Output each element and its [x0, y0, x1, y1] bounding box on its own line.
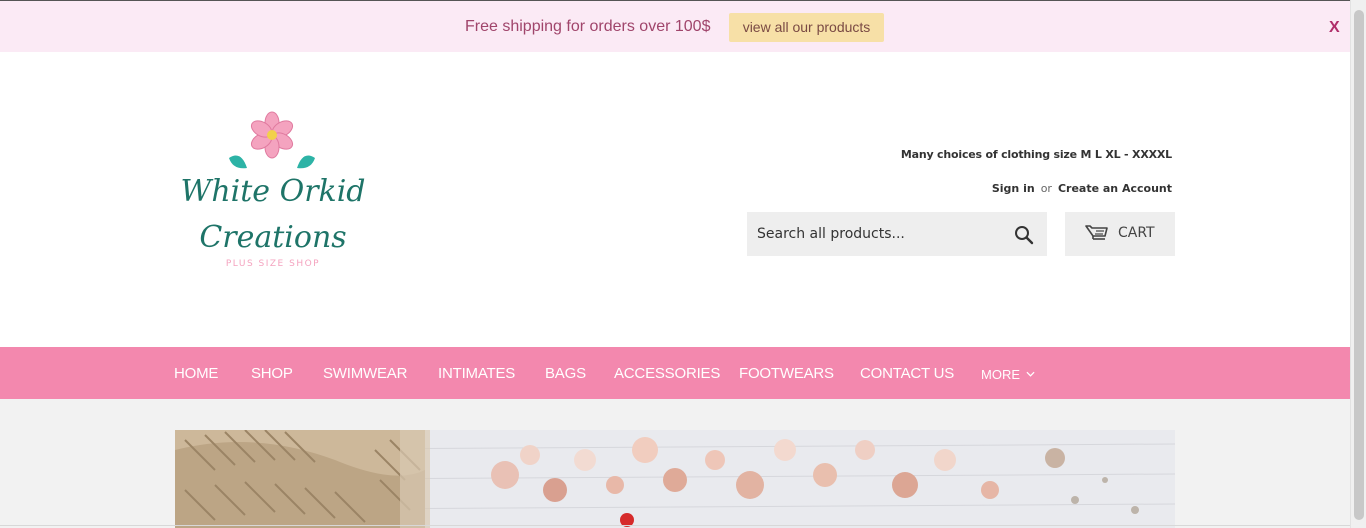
- nav-item-swimwear[interactable]: SWIMWEAR: [323, 365, 407, 382]
- main-navigation: HOME SHOP SWIMWEAR INTIMATES BAGS ACCESS…: [0, 347, 1350, 399]
- search-input[interactable]: Search all products...: [747, 212, 1047, 256]
- search-placeholder: Search all products...: [757, 226, 905, 242]
- logo-line1: White Orkid: [181, 174, 366, 209]
- cart-label: CART: [1118, 225, 1155, 241]
- nav-item-home[interactable]: HOME: [174, 365, 218, 382]
- cart-icon: [1085, 225, 1108, 240]
- hero-banner-image[interactable]: [175, 430, 1175, 528]
- sign-in-link[interactable]: Sign in: [992, 182, 1035, 195]
- flower-icon: [250, 111, 294, 159]
- cart-button[interactable]: CART: [1065, 212, 1175, 256]
- close-announcement-button[interactable]: X: [1329, 19, 1340, 37]
- nav-item-footwears[interactable]: FOOTWEARS: [739, 365, 834, 382]
- nav-item-intimates[interactable]: INTIMATES: [438, 365, 515, 382]
- announcement-text: Free shipping for orders over 100$: [465, 18, 711, 35]
- scrollbar-thumb[interactable]: [1354, 10, 1364, 520]
- nav-item-shop[interactable]: SHOP: [251, 365, 293, 382]
- site-logo[interactable]: White Orkid Creations PLUS SIZE SHOP: [181, 110, 366, 270]
- logo-subtitle: PLUS SIZE SHOP: [226, 259, 320, 269]
- search-icon[interactable]: [1014, 225, 1034, 245]
- page-scrollbar[interactable]: [1350, 0, 1366, 528]
- account-links: Sign in or Create an Account: [992, 182, 1172, 195]
- chevron-down-icon: [1026, 371, 1035, 377]
- create-account-link[interactable]: Create an Account: [1058, 182, 1172, 195]
- logo-line2: Creations: [199, 220, 346, 255]
- nav-more-label: MORE: [981, 367, 1020, 382]
- or-separator: or: [1040, 182, 1052, 195]
- page-divider: [0, 525, 1350, 526]
- nav-item-contact-us[interactable]: CONTACT US: [860, 365, 954, 382]
- announcement-bar: Free shipping for orders over 100$ view …: [0, 1, 1350, 52]
- nav-item-more[interactable]: MORE: [981, 367, 1035, 382]
- nav-item-accessories[interactable]: ACCESSORIES: [614, 365, 720, 382]
- nav-item-bags[interactable]: BAGS: [545, 365, 586, 382]
- view-products-button[interactable]: view all our products: [729, 13, 884, 42]
- size-tagline: Many choices of clothing size M L XL - X…: [900, 148, 1172, 161]
